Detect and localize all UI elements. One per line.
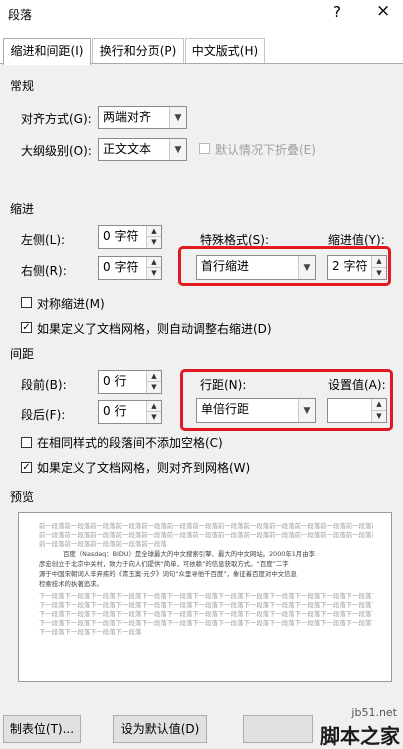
- preview-prev-line: 前一段落前一段落前一段落前一段落前一段落前一段落前一段落前一段落前一段落前一段落…: [39, 522, 373, 530]
- alignment-label: 对齐方式(G):: [21, 112, 92, 126]
- spin-buttons[interactable]: ▲ ▼: [371, 256, 386, 279]
- indent-heading: 缩进: [10, 202, 35, 216]
- tab-indent-spacing[interactable]: 缩进和间距(I): [3, 38, 91, 65]
- spin-up-icon[interactable]: ▲: [147, 257, 161, 268]
- watermark: jb51.net 脚本之家: [290, 704, 403, 749]
- spin-up-icon[interactable]: ▲: [147, 401, 161, 412]
- spin-up-icon[interactable]: ▲: [372, 256, 386, 268]
- indent-by-stepper[interactable]: 2 字符 ▲ ▼: [327, 255, 387, 280]
- help-button[interactable]: ?: [333, 3, 341, 21]
- right-indent-label: 右侧(R):: [21, 264, 67, 278]
- outline-level-value: 正文文本: [103, 142, 152, 156]
- preview-body-line: 检索技术的执著追求。: [39, 580, 103, 588]
- tab-asian-typography[interactable]: 中文版式(H): [185, 38, 265, 63]
- outline-level-select[interactable]: 正文文本 ▼: [98, 138, 187, 161]
- alignment-select[interactable]: 两端对齐 ▼: [98, 106, 187, 129]
- preview-next-line: 下一段落下一段落下一段落下一段落: [39, 628, 142, 636]
- left-indent-stepper[interactable]: 0 字符 ▲ ▼: [98, 225, 162, 249]
- spin-buttons[interactable]: ▲ ▼: [146, 401, 161, 423]
- preview-body-line: 彦宏创立于北京中关村，致力于向人们提供“简单，可依赖”的信息获取方式。“百度”二…: [39, 560, 289, 568]
- spin-down-icon[interactable]: ▼: [372, 268, 386, 280]
- special-indent-select[interactable]: 首行缩进 ▼: [196, 255, 316, 280]
- snap-grid-label: 如果定义了文档网格，则对齐到网格(W): [37, 461, 251, 475]
- mirror-indent-label: 对称缩进(M): [37, 297, 105, 311]
- space-before-label: 段前(B):: [21, 378, 67, 392]
- preview-box: 前一段落前一段落前一段落前一段落前一段落前一段落前一段落前一段落前一段落前一段落…: [18, 512, 392, 682]
- outline-level-label: 大纲级别(O):: [21, 144, 92, 158]
- line-spacing-value: 单倍行距: [201, 402, 250, 416]
- spin-buttons[interactable]: ▲ ▼: [371, 399, 386, 422]
- general-heading: 常规: [10, 79, 35, 93]
- spin-down-icon[interactable]: ▼: [147, 268, 161, 279]
- preview-body-line: 源于中国宋朝词人辛弃疾的《青玉案·元夕》词句“众里寻他千百度”，象征着百度对中文…: [39, 570, 297, 578]
- preview-next-line: 下一段落下一段落下一段落下一段落下一段落下一段落下一段落下一段落下一段落下一段落…: [39, 601, 373, 609]
- mirror-indent-checkbox[interactable]: [21, 297, 32, 308]
- preview-next-line: 下一段落下一段落下一段落下一段落下一段落下一段落下一段落下一段落下一段落下一段落…: [39, 619, 373, 627]
- tabs-button[interactable]: 制表位(T)...: [3, 715, 81, 743]
- spin-down-icon[interactable]: ▼: [372, 411, 386, 423]
- title-bar: 段落 ? ×: [0, 0, 403, 30]
- alignment-value: 两端对齐: [103, 110, 152, 124]
- watermark-brand: 脚本之家: [320, 724, 400, 748]
- chevron-down-icon: ▼: [169, 107, 186, 128]
- tab-line-page-breaks[interactable]: 换行和分页(P): [92, 38, 184, 63]
- tab-strip: 缩进和间距(I) 换行和分页(P) 中文版式(H): [0, 38, 403, 65]
- line-spacing-at-label: 设置值(A):: [328, 378, 386, 392]
- auto-adjust-label: 如果定义了文档网格，则自动调整右缩进(D): [37, 322, 272, 336]
- left-indent-value: 0 字符: [103, 229, 139, 243]
- space-after-label: 段后(F):: [21, 408, 66, 422]
- preview-next-line: 下一段落下一段落下一段落下一段落下一段落下一段落下一段落下一段落下一段落下一段落…: [39, 610, 373, 618]
- space-before-stepper[interactable]: 0 行 ▲ ▼: [98, 370, 162, 394]
- spacing-heading: 间距: [10, 347, 35, 361]
- left-indent-label: 左侧(L):: [21, 233, 66, 247]
- right-indent-value: 0 字符: [103, 260, 139, 274]
- space-after-stepper[interactable]: 0 行 ▲ ▼: [98, 400, 162, 424]
- right-indent-stepper[interactable]: 0 字符 ▲ ▼: [98, 256, 162, 280]
- no-space-label: 在相同样式的段落间不添加空格(C): [37, 436, 223, 450]
- collapse-label: 默认情况下折叠(E): [215, 143, 316, 157]
- line-spacing-select[interactable]: 单倍行距 ▼: [196, 398, 316, 423]
- preview-prev-line: 前一段落前一段落前一段落前一段落前一段落前一段落前一段落前一段落前一段落前一段落…: [39, 531, 373, 539]
- preview-prev-line: 前一段落前一段落前一段落前一段落前一段落: [39, 540, 167, 548]
- preview-body-line: 百度（Nasdaq：BIDU）是全球最大的中文搜索引擎、最大的中文网站。2000…: [63, 550, 315, 558]
- chevron-down-icon: ▼: [298, 399, 315, 422]
- line-spacing-label: 行距(N):: [200, 378, 247, 392]
- preview-heading: 预览: [10, 490, 35, 504]
- collapse-checkbox[interactable]: [199, 143, 210, 154]
- spin-buttons[interactable]: ▲ ▼: [146, 257, 161, 279]
- chevron-down-icon: ▼: [298, 256, 315, 279]
- space-after-value: 0 行: [103, 404, 127, 418]
- spin-up-icon[interactable]: ▲: [147, 371, 161, 382]
- chevron-down-icon: ▼: [169, 139, 186, 160]
- spin-up-icon[interactable]: ▲: [147, 226, 161, 237]
- spin-buttons[interactable]: ▲ ▼: [146, 226, 161, 248]
- preview-next-line: 下一段落下一段落下一段落下一段落下一段落下一段落下一段落下一段落下一段落下一段落…: [39, 592, 373, 600]
- spin-buttons[interactable]: ▲ ▼: [146, 371, 161, 393]
- space-before-value: 0 行: [103, 374, 127, 388]
- dialog-title: 段落: [8, 8, 33, 22]
- special-indent-value: 首行缩进: [201, 259, 250, 273]
- spin-down-icon[interactable]: ▼: [147, 382, 161, 393]
- no-space-checkbox[interactable]: [21, 437, 32, 448]
- spin-down-icon[interactable]: ▼: [147, 412, 161, 423]
- snap-grid-checkbox[interactable]: ✓: [21, 462, 32, 473]
- spin-up-icon[interactable]: ▲: [372, 399, 386, 411]
- spin-down-icon[interactable]: ▼: [147, 237, 161, 248]
- close-button[interactable]: ×: [376, 1, 390, 21]
- line-spacing-at-stepper[interactable]: ▲ ▼: [327, 398, 387, 423]
- watermark-site: jb51.net: [351, 706, 397, 719]
- set-default-button[interactable]: 设为默认值(D): [113, 715, 207, 743]
- indent-by-value: 2 字符: [332, 259, 368, 273]
- auto-adjust-checkbox[interactable]: ✓: [21, 322, 32, 333]
